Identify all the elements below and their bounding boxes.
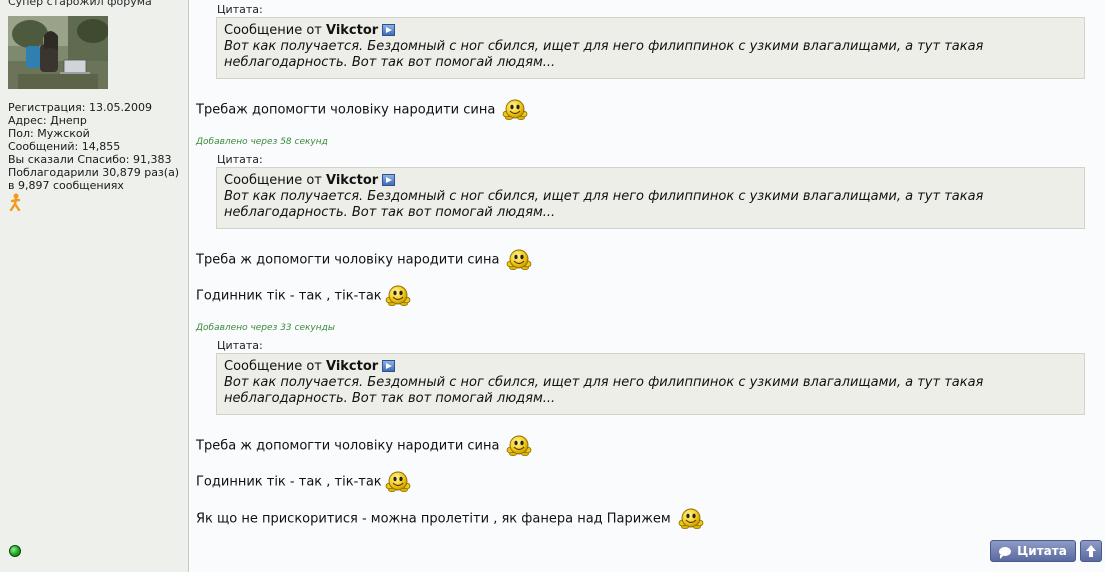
stat-thanked-times: Поблагодарили 30,879 раз(а) [8,166,180,179]
quote-text-line: Вот как получается. Бездомный с ног сбил… [224,375,984,390]
laughing-smiley-icon [385,285,411,307]
added-later-note: Добавлено через 33 секунды [196,323,335,333]
message-line: Годинник тік - так , тік-так [196,471,412,493]
message-line: Требаж допомогти чоловіку народити сина [196,99,529,121]
added-later-note: Добавлено через 58 секунд [196,137,328,147]
quote-text-line: неблагодарность. Вот так вот помогай люд… [224,205,556,220]
online-status-icon [9,545,21,557]
view-post-arrow-icon[interactable] [382,174,396,186]
message-line: Треба ж допомогти чоловіку народити сина [196,435,533,457]
laughing-smiley-icon [506,435,533,457]
message-line: Годинник тік - так , тік-так [196,285,412,307]
quote-text-line: неблагодарность. Вот так вот помогай люд… [224,391,556,406]
speech-bubble-icon [999,546,1012,559]
quote-author: Vikctor [326,359,379,374]
quote-button[interactable]: Цитата [990,540,1076,562]
avatar[interactable] [8,16,108,89]
message-text: Треба ж допомогти чоловіку народити сина [196,438,500,454]
quote-text-line: Вот как получается. Бездомный с ног сбил… [224,39,984,54]
quote-author: Vikctor [326,23,379,38]
quote-text-line: Вот как получается. Бездомный с ног сбил… [224,189,984,204]
stat-registration: Регистрация: 13.05.2009 [8,101,152,114]
quote-prefix: Сообщение от [224,23,322,38]
stat-address: Адрес: Днепр [8,114,87,127]
laughing-smiley-icon [506,249,533,271]
quote-label: Цитата: [217,3,263,16]
message-text: Годинник тік - так , тік-так [196,288,382,304]
stat-thanked-posts: в 9,897 сообщениях [8,179,124,192]
view-post-arrow-icon[interactable] [382,24,396,36]
stat-gender: Пол: Мужской [8,127,90,140]
quote-label: Цитата: [217,153,263,166]
message-text: Як що не прискоритися - можна пролетіти … [196,511,671,527]
quote-label: Цитата: [217,339,263,352]
stat-posts: Сообщений: 14,855 [8,140,121,153]
quote-prefix: Сообщение от [224,173,322,188]
message-line: Як що не прискоритися - можна пролетіти … [196,508,705,530]
quote-header: Сообщение от Vikctor [224,23,1084,39]
quote-box: Сообщение от Vikctor Вот как получается.… [216,167,1085,229]
stat-thanks-given: Вы сказали Спасибо: 91,383 [8,153,172,166]
arrow-up-icon [1086,545,1096,557]
quote-box: Сообщение от Vikctor Вот как получается.… [216,353,1085,415]
quote-header: Сообщение от Vikctor [224,173,1084,189]
quote-prefix: Сообщение от [224,359,322,374]
quote-box: Сообщение от Vikctor Вот как получается.… [216,17,1085,79]
laughing-smiley-icon [385,471,411,493]
quote-header: Сообщение от Vikctor [224,359,1084,375]
quote-author: Vikctor [326,173,379,188]
quote-text-line: неблагодарность. Вот так вот помогай люд… [224,55,556,70]
quote-button-label: Цитата [1017,544,1067,558]
reputation-figure-icon[interactable] [8,193,24,212]
view-post-arrow-icon[interactable] [382,360,396,372]
laughing-smiley-icon [502,99,528,121]
message-line: Треба ж допомогти чоловіку народити сина [196,249,533,271]
message-text: Требаж допомогти чоловіку народити сина [196,102,496,118]
scroll-top-button[interactable] [1080,540,1102,562]
post-body: Цитата: Сообщение от Vikctor Вот как пол… [190,0,1105,572]
user-sidebar: Супер старожил форума Регистрация: 13.05… [0,0,189,572]
message-text: Годинник тік - так , тік-так [196,474,382,490]
user-title: Супер старожил форума [8,0,152,8]
message-text: Треба ж допомогти чоловіку народити сина [196,252,500,268]
laughing-smiley-icon [678,508,704,530]
user-stats: Регистрация: 13.05.2009 Адрес: Днепр Пол… [8,101,179,192]
